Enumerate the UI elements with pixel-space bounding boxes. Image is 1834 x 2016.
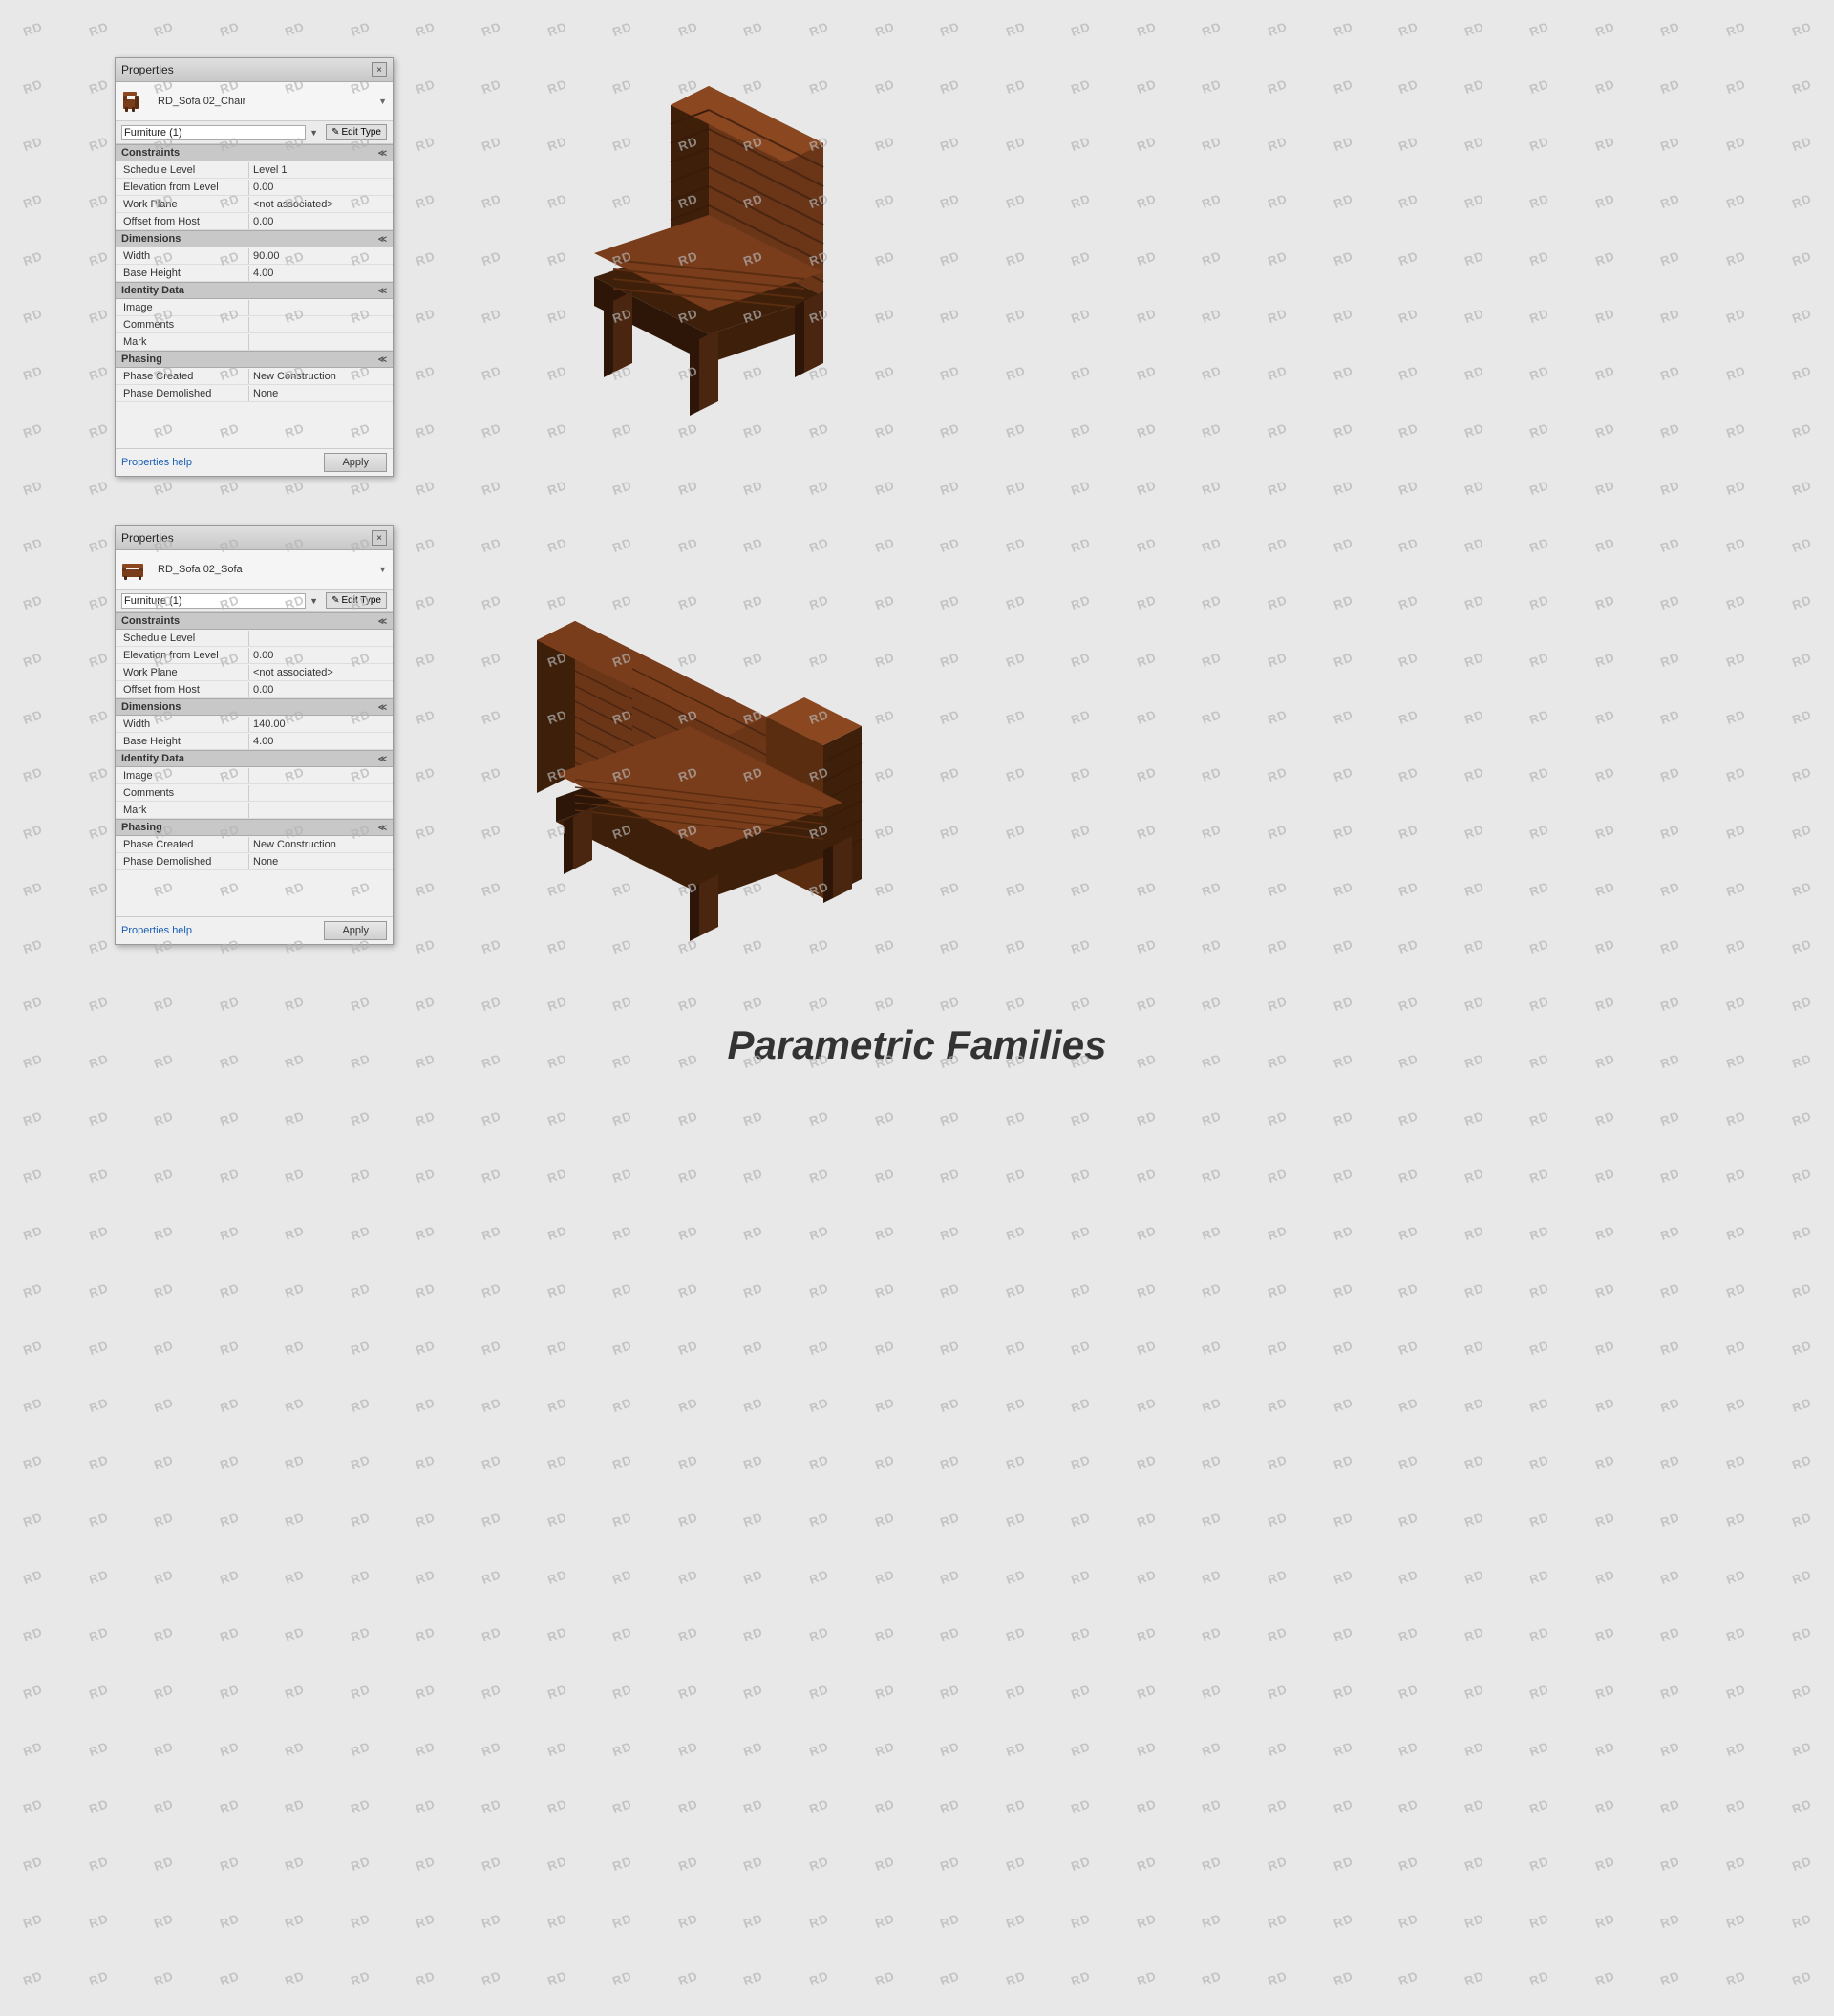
constraints-toggle-chair[interactable]: ≪ xyxy=(378,148,387,159)
prop-row-baseheight-sofa: Base Height 4.00 xyxy=(116,733,393,750)
prop-row-workplane-chair: Work Plane <not associated> xyxy=(116,196,393,213)
phasing-header-sofa: Phasing ≪ xyxy=(116,819,393,836)
prop-row-phase-created-sofa: Phase Created New Construction xyxy=(116,836,393,853)
chair-item-name: RD_Sofa 02_Chair xyxy=(158,96,373,107)
prop-row-mark-sofa: Mark xyxy=(116,802,393,819)
prop-row-phase-demolished-sofa: Phase Demolished None xyxy=(116,853,393,870)
identity-header-chair: Identity Data ≪ xyxy=(116,282,393,299)
dimensions-toggle-chair[interactable]: ≪ xyxy=(378,234,387,245)
sofa-type-dropdown[interactable]: ▼ xyxy=(309,596,318,606)
apply-btn-sofa[interactable]: Apply xyxy=(324,921,387,940)
section-sofa: Properties × RD_Sofa 02_Sofa ▼ Furniture… xyxy=(0,497,1834,965)
identity-toggle-sofa[interactable]: ≪ xyxy=(378,754,387,764)
page-title-section: Parametric Families xyxy=(0,1022,1834,1068)
sofa-icon xyxy=(121,554,152,585)
identity-toggle-chair[interactable]: ≪ xyxy=(378,286,387,296)
edit-type-icon: ✎ xyxy=(331,127,339,138)
dimensions-header-chair: Dimensions ≪ xyxy=(116,230,393,247)
panel-title-sofa: Properties xyxy=(121,531,174,545)
phasing-toggle-chair[interactable]: ≪ xyxy=(378,354,387,365)
panel-close-sofa[interactable]: × xyxy=(372,530,387,546)
apply-btn-chair[interactable]: Apply xyxy=(324,453,387,472)
sofa-item-name: RD_Sofa 02_Sofa xyxy=(158,564,373,575)
constraints-header-sofa: Constraints ≪ xyxy=(116,612,393,630)
panel-title-chair: Properties xyxy=(121,63,174,76)
section-chair: Properties × RD_Sofa 02_Chair ▼ Furnitur… xyxy=(0,0,1834,468)
prop-row-comments-sofa: Comments xyxy=(116,784,393,802)
dimensions-header-sofa: Dimensions ≪ xyxy=(116,698,393,716)
chair-dropdown-arrow[interactable]: ▼ xyxy=(378,97,387,106)
edit-type-icon-sofa: ✎ xyxy=(331,595,339,606)
chair-icon xyxy=(121,86,152,117)
prop-row-image-sofa: Image xyxy=(116,767,393,784)
chair-svg xyxy=(470,48,948,449)
panel-footer-sofa: Properties help Apply xyxy=(116,916,393,944)
prop-row-phase-created-chair: Phase Created New Construction xyxy=(116,368,393,385)
prop-row-offset-sofa: Offset from Host 0.00 xyxy=(116,681,393,698)
properties-panel-sofa: Properties × RD_Sofa 02_Sofa ▼ Furniture… xyxy=(115,525,394,945)
phasing-toggle-sofa[interactable]: ≪ xyxy=(378,823,387,833)
constraints-toggle-sofa[interactable]: ≪ xyxy=(378,616,387,627)
prop-row-schedule-level-chair: Schedule Level Level 1 xyxy=(116,161,393,179)
prop-row-schedule-level-sofa: Schedule Level xyxy=(116,630,393,647)
prop-row-comments-chair: Comments xyxy=(116,316,393,333)
constraints-header-chair: Constraints ≪ xyxy=(116,144,393,161)
identity-header-sofa: Identity Data ≪ xyxy=(116,750,393,767)
phasing-header-chair: Phasing ≪ xyxy=(116,351,393,368)
dimensions-toggle-sofa[interactable]: ≪ xyxy=(378,702,387,713)
panel-header-chair: RD_Sofa 02_Chair ▼ xyxy=(116,82,393,121)
sofa-type-select[interactable]: Furniture (1) xyxy=(121,593,306,609)
prop-row-image-chair: Image xyxy=(116,299,393,316)
chair-edit-type-btn[interactable]: ✎ Edit Type xyxy=(326,124,387,140)
panel-titlebar-chair: Properties × xyxy=(116,58,393,82)
properties-help-link-chair[interactable]: Properties help xyxy=(121,457,192,468)
chair-type-select[interactable]: Furniture (1) xyxy=(121,125,306,140)
panel-type-row-sofa: Furniture (1) ▼ ✎ Edit Type xyxy=(116,590,393,612)
main-container: RDRDRDRDRDRDRDRDRDRDRDRDRDRDRDRDRDRDRDRD… xyxy=(0,0,1834,1835)
panel-footer-chair: Properties help Apply xyxy=(116,448,393,476)
sofa-svg xyxy=(470,516,1005,946)
chair-3d-view xyxy=(470,48,948,449)
prop-row-width-chair: Width 90.00 xyxy=(116,247,393,265)
prop-row-width-sofa: Width 140.00 xyxy=(116,716,393,733)
sofa-edit-type-btn[interactable]: ✎ Edit Type xyxy=(326,592,387,609)
panel-titlebar-sofa: Properties × xyxy=(116,526,393,550)
panel-header-sofa: RD_Sofa 02_Sofa ▼ xyxy=(116,550,393,590)
prop-row-offset-chair: Offset from Host 0.00 xyxy=(116,213,393,230)
panel-close-chair[interactable]: × xyxy=(372,62,387,77)
prop-row-elevation-sofa: Elevation from Level 0.00 xyxy=(116,647,393,664)
prop-row-elevation-chair: Elevation from Level 0.00 xyxy=(116,179,393,196)
panel-spacer-chair xyxy=(116,402,393,440)
sofa-3d-view xyxy=(470,516,1005,946)
sofa-dropdown-arrow[interactable]: ▼ xyxy=(378,565,387,574)
prop-row-baseheight-chair: Base Height 4.00 xyxy=(116,265,393,282)
prop-row-workplane-sofa: Work Plane <not associated> xyxy=(116,664,393,681)
properties-panel-chair: Properties × RD_Sofa 02_Chair ▼ Furnitur… xyxy=(115,57,394,477)
chair-type-dropdown[interactable]: ▼ xyxy=(309,128,318,138)
panel-type-row-chair: Furniture (1) ▼ ✎ Edit Type xyxy=(116,121,393,144)
properties-help-link-sofa[interactable]: Properties help xyxy=(121,925,192,936)
panel-spacer-sofa xyxy=(116,870,393,909)
page-title: Parametric Families xyxy=(728,1022,1107,1068)
prop-row-mark-chair: Mark xyxy=(116,333,393,351)
prop-row-phase-demolished-chair: Phase Demolished None xyxy=(116,385,393,402)
